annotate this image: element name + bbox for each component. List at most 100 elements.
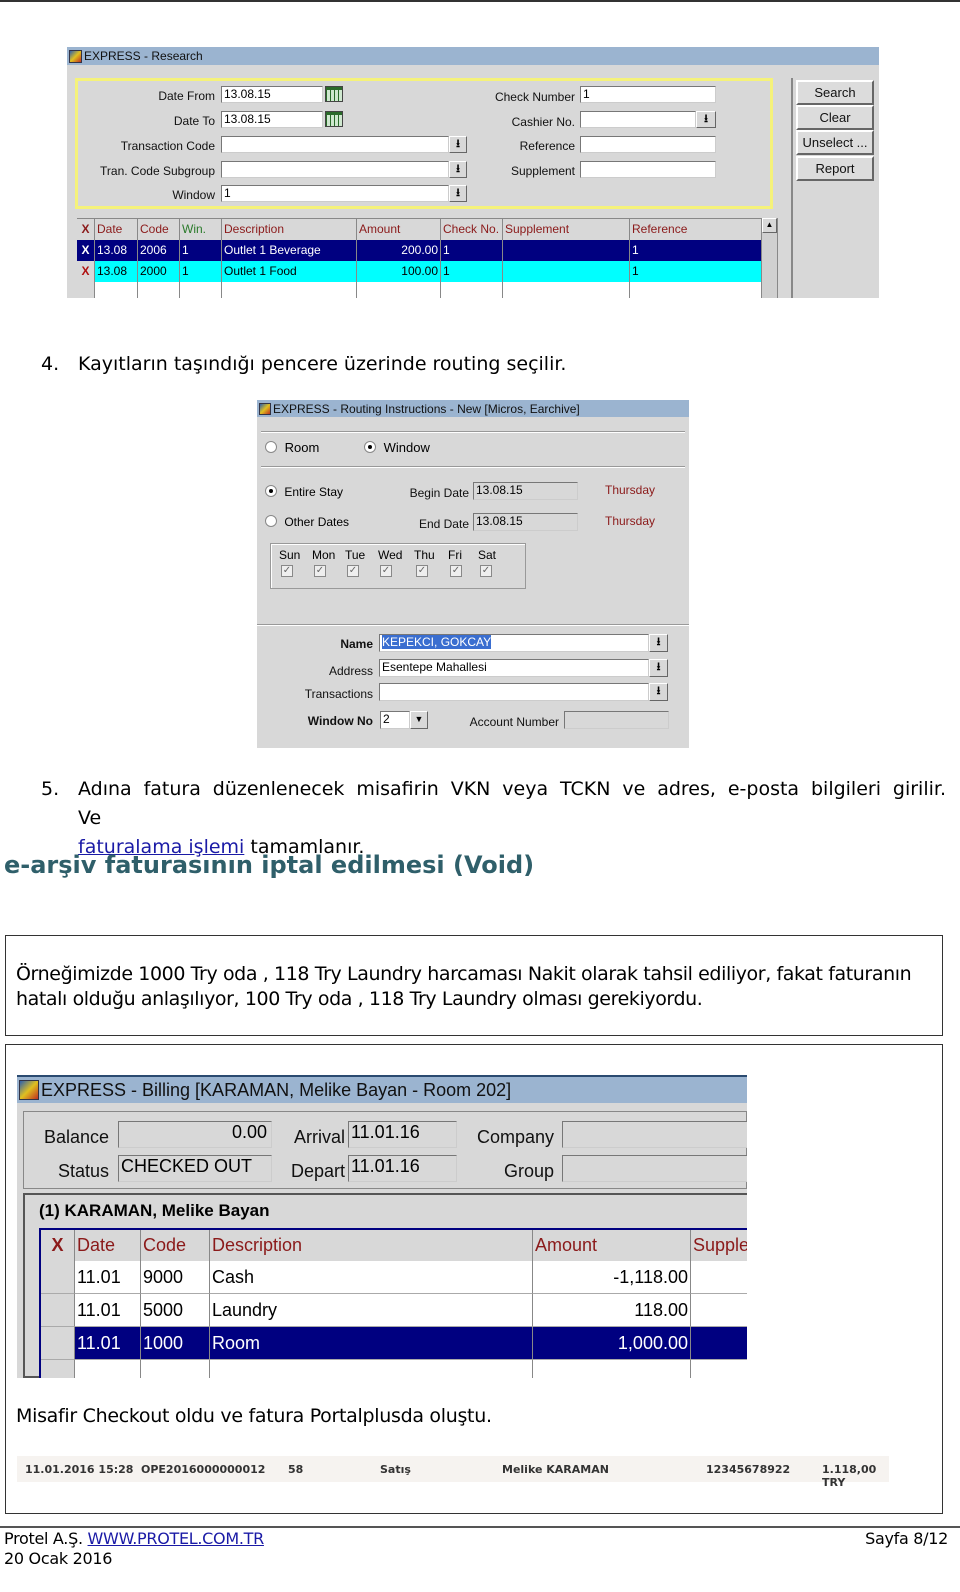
column-header-supplement[interactable]: Supplement bbox=[503, 219, 630, 240]
portal-total: 1.118,00 TRY bbox=[822, 1463, 877, 1489]
status-value: CHECKED OUT bbox=[118, 1155, 272, 1182]
radio-entire-stay-icon[interactable] bbox=[265, 485, 277, 497]
column-header-code[interactable]: Code bbox=[138, 219, 180, 240]
transactions-input[interactable] bbox=[379, 683, 649, 701]
search-button[interactable]: Search bbox=[796, 80, 874, 105]
begin-date-label: Begin Date bbox=[409, 486, 469, 500]
row-amount: -1,118.00 bbox=[533, 1261, 691, 1294]
row-select-mark bbox=[41, 1327, 75, 1360]
day-checkbox[interactable]: ✓ bbox=[480, 565, 492, 577]
radio-other-dates-icon[interactable] bbox=[265, 515, 277, 527]
clear-button[interactable]: Clear bbox=[796, 105, 874, 130]
calendar-icon[interactable] bbox=[325, 111, 343, 127]
date-to-label: Date To bbox=[173, 114, 215, 128]
column-header-date[interactable]: Date bbox=[95, 219, 138, 240]
address-dropdown-icon[interactable]: ⭳ bbox=[649, 659, 668, 677]
day-tue: Tue ✓ bbox=[345, 548, 378, 577]
radio-entire-stay[interactable]: Entire Stay bbox=[265, 485, 343, 499]
table-row[interactable]: 11.01 1000 Room 1,000.00 bbox=[41, 1327, 747, 1360]
tran-code-subgroup-input[interactable] bbox=[221, 161, 449, 178]
column-header-amount[interactable]: Amount bbox=[533, 1230, 691, 1261]
portal-row[interactable]: 11.01.2016 15:28 OPE2016000000012 58 Sat… bbox=[17, 1456, 889, 1489]
table-row[interactable]: 11.01 9000 Cash -1,118.00 bbox=[41, 1261, 747, 1294]
day-sat: Sat ✓ bbox=[478, 548, 511, 577]
column-header-amount[interactable]: Amount bbox=[357, 219, 441, 240]
step-5: 5. Adına fatura düzenlenecek misafirin V… bbox=[41, 775, 946, 862]
table-row[interactable]: 11.01 5000 Laundry 118.00 bbox=[41, 1294, 747, 1327]
status-label: Status bbox=[57, 1161, 109, 1181]
cashier-no-dropdown-icon[interactable]: ⭳ bbox=[696, 111, 716, 128]
window-no-select[interactable]: 2 bbox=[380, 711, 410, 729]
day-checkbox[interactable]: ✓ bbox=[314, 565, 326, 577]
row-select-mark[interactable]: X bbox=[77, 240, 95, 261]
calendar-icon[interactable] bbox=[325, 86, 343, 102]
day-wed: Wed ✓ bbox=[378, 548, 414, 577]
row-select-mark[interactable]: X bbox=[77, 261, 95, 282]
unselect-button[interactable]: Unselect ... bbox=[796, 130, 874, 155]
column-header-check-no[interactable]: Check No. bbox=[441, 219, 503, 240]
window-no-chevron-down-icon[interactable]: ▼ bbox=[410, 711, 428, 729]
row-date: 11.01 bbox=[75, 1327, 141, 1360]
scroll-up-icon[interactable]: ▲ bbox=[762, 218, 777, 233]
reference-input[interactable] bbox=[580, 136, 716, 153]
report-button[interactable]: Report bbox=[796, 156, 874, 181]
row-amount: 1,000.00 bbox=[533, 1327, 691, 1360]
radio-other-dates[interactable]: Other Dates bbox=[265, 515, 349, 529]
table-row[interactable]: X 13.08 2000 1 Outlet 1 Food 100.00 1 1 bbox=[77, 261, 763, 282]
table-row[interactable]: X 13.08 2006 1 Outlet 1 Beverage 200.00 … bbox=[77, 240, 763, 261]
row-check-no: 1 bbox=[441, 261, 503, 282]
radio-room-icon[interactable] bbox=[265, 441, 277, 453]
research-scrollbar[interactable]: ▲ bbox=[761, 218, 778, 298]
app-icon bbox=[259, 402, 271, 415]
name-input[interactable]: KEPEKCI, GOKCAY bbox=[379, 634, 649, 652]
radio-window[interactable]: Window bbox=[364, 440, 430, 455]
section-heading: e-arşiv faturasının iptal edilmesi (Void… bbox=[4, 851, 535, 879]
row-win: 1 bbox=[180, 261, 222, 282]
window-input[interactable]: 1 bbox=[221, 185, 449, 202]
transaction-code-dropdown-icon[interactable]: ⭳ bbox=[449, 136, 467, 153]
footer-page: Sayfa 8/12 bbox=[865, 1529, 948, 1548]
column-header-reference[interactable]: Reference bbox=[630, 219, 763, 240]
row-select-mark bbox=[41, 1261, 75, 1294]
reference-label: Reference bbox=[519, 139, 575, 153]
row-code: 5000 bbox=[141, 1294, 210, 1327]
account-number-input bbox=[564, 711, 669, 729]
tran-code-subgroup-dropdown-icon[interactable]: ⭳ bbox=[449, 161, 467, 178]
day-checkbox[interactable]: ✓ bbox=[380, 565, 392, 577]
name-dropdown-icon[interactable]: ⭳ bbox=[649, 634, 668, 652]
column-header-select: X bbox=[77, 219, 95, 240]
supplement-input[interactable] bbox=[580, 161, 716, 178]
transaction-code-input[interactable] bbox=[221, 136, 449, 153]
radio-room[interactable]: Room bbox=[265, 440, 319, 455]
day-checkbox[interactable]: ✓ bbox=[450, 565, 462, 577]
end-date-label: End Date bbox=[418, 517, 469, 531]
column-header-win[interactable]: Win. bbox=[180, 219, 222, 240]
footer-website-link[interactable]: WWW.PROTEL.COM.TR bbox=[88, 1529, 265, 1548]
radio-window-icon[interactable] bbox=[364, 441, 376, 453]
day-checkbox[interactable]: ✓ bbox=[416, 565, 428, 577]
column-header-description[interactable]: Description bbox=[222, 219, 357, 240]
column-header-date[interactable]: Date bbox=[75, 1230, 141, 1261]
day-checkbox[interactable]: ✓ bbox=[347, 565, 359, 577]
day-checkbox[interactable]: ✓ bbox=[281, 565, 293, 577]
date-to-input[interactable]: 13.08.15 bbox=[221, 111, 323, 128]
empty-cell bbox=[222, 282, 357, 298]
address-input[interactable]: Esentepe Mahallesi bbox=[379, 659, 649, 677]
app-icon bbox=[69, 49, 82, 63]
billing-caption: Misafir Checkout oldu ve fatura Portalpl… bbox=[16, 1405, 492, 1427]
day-label: Wed bbox=[378, 548, 403, 562]
column-header-supplement[interactable]: Supple bbox=[691, 1230, 747, 1261]
check-number-input[interactable]: 1 bbox=[580, 86, 716, 103]
column-header-description[interactable]: Description bbox=[210, 1230, 533, 1261]
step-5-number: 5. bbox=[41, 778, 60, 800]
folio-grid-header: X Date Code Description Amount Supple bbox=[41, 1230, 747, 1261]
cashier-no-input[interactable] bbox=[580, 111, 696, 128]
empty-cell bbox=[441, 282, 503, 298]
step-4-text: Kayıtların taşındığı pencere üzerinde ro… bbox=[78, 353, 567, 375]
transactions-dropdown-icon[interactable]: ⭳ bbox=[649, 683, 668, 701]
column-header-code[interactable]: Code bbox=[141, 1230, 210, 1261]
balance-label: Balance bbox=[43, 1127, 109, 1147]
date-from-input[interactable]: 13.08.15 bbox=[221, 86, 323, 103]
window-dropdown-icon[interactable]: ⭳ bbox=[449, 185, 467, 202]
row-description: Cash bbox=[210, 1261, 533, 1294]
